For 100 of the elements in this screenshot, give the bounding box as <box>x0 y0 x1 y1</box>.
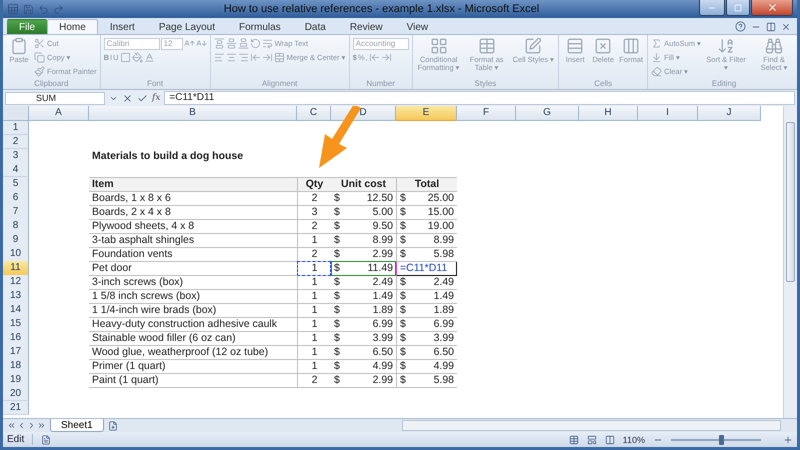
table-cell: 1 <box>297 359 331 374</box>
currency-sign: $ <box>400 374 406 387</box>
amount: 8.99 <box>372 234 393 247</box>
table-cell: Foundation vents <box>89 247 297 262</box>
row-header[interactable]: 11 <box>3 261 29 276</box>
table-cell: 1 <box>297 345 331 360</box>
column-header[interactable]: J <box>698 106 761 121</box>
row-header[interactable]: 7 <box>3 205 29 220</box>
ribbon-tab[interactable]: Review <box>338 19 395 34</box>
sheet-tab[interactable]: Sheet1 <box>50 419 104 432</box>
row-header[interactable]: 15 <box>3 317 29 332</box>
column-header[interactable]: G <box>516 106 579 121</box>
row-header[interactable]: 21 <box>3 401 29 415</box>
page-break-icon <box>604 434 615 444</box>
align-center-icon <box>226 52 237 63</box>
fill-color-icon <box>132 52 143 63</box>
amount: 6.50 <box>434 346 454 359</box>
insert-function-button[interactable]: fx <box>152 93 160 103</box>
group-label: Cells <box>593 79 614 89</box>
table-cell: 1 1/4-inch wire brads (box) <box>89 303 297 318</box>
ribbon-tab[interactable]: Data <box>292 19 338 34</box>
row-header[interactable]: 9 <box>3 233 29 248</box>
window-title: How to use relative references - example 1.xlsx - Microsoft Excel <box>222 3 540 15</box>
minimize-button[interactable] <box>699 0 725 16</box>
row-header[interactable]: 16 <box>3 331 29 346</box>
column-header[interactable]: I <box>638 106 698 121</box>
insert-rows-icon <box>566 37 584 55</box>
row-header[interactable]: 2 <box>3 135 29 149</box>
table-cell: Paint (1 quart) <box>89 373 297 388</box>
row-header[interactable]: 5 <box>3 177 29 192</box>
row-header[interactable]: 19 <box>3 373 29 388</box>
column-header[interactable]: C <box>297 106 331 121</box>
table-cell: Wood glue, weatherproof (12 oz tube) <box>89 345 297 360</box>
ribbon-tab[interactable]: Insert <box>98 19 147 34</box>
amount: 5.98 <box>434 374 454 387</box>
group-label: Number <box>365 79 396 89</box>
name-box[interactable]: SUM <box>5 92 105 104</box>
normal-view-icon <box>568 434 579 444</box>
cell-editor[interactable]: =C11*D11 <box>396 261 457 276</box>
sheet-title: Materials to build a dog house <box>91 149 244 164</box>
close-icon <box>766 2 778 13</box>
column-header[interactable]: H <box>579 106 638 121</box>
row-header[interactable]: 12 <box>3 275 29 290</box>
amount: 5.00 <box>372 206 393 219</box>
group-label: Clipboard <box>33 79 70 89</box>
border-icon <box>120 52 131 63</box>
row-header[interactable]: 3 <box>3 149 29 164</box>
currency-sign: $ <box>334 276 340 289</box>
currency-sign: $ <box>400 220 406 233</box>
row-header[interactable]: 13 <box>3 289 29 304</box>
currency-sign: $ <box>334 290 340 303</box>
table-cell: 3-tab asphalt shingles <box>89 233 297 248</box>
table-cell: Heavy-duty construction adhesive caulk <box>89 317 297 332</box>
currency-sign: $ <box>334 304 340 317</box>
ribbon-tab[interactable]: Home <box>47 19 98 34</box>
currency-sign: $ <box>400 206 406 219</box>
row-header[interactable]: 6 <box>3 191 29 206</box>
currency-sign: $ <box>334 262 340 275</box>
help-icon <box>735 21 746 32</box>
row-header[interactable]: 10 <box>3 247 29 262</box>
row-header[interactable]: 17 <box>3 345 29 360</box>
currency-sign: $ <box>334 234 340 247</box>
table-cell: 2 <box>297 191 331 206</box>
currency-sign: $ <box>400 234 406 247</box>
horizontal-scrollbar[interactable] <box>402 420 781 431</box>
decrease-indent-icon <box>250 52 261 63</box>
bottom-align-icon <box>238 38 249 49</box>
amount: 3.99 <box>372 332 393 345</box>
row-header[interactable]: 1 <box>3 121 29 135</box>
currency-sign: $ <box>334 318 340 331</box>
column-header[interactable]: A <box>29 106 89 121</box>
middle-align-icon <box>226 38 237 49</box>
column-header[interactable]: E <box>396 106 457 121</box>
ribbon-tab[interactable]: Formulas <box>227 19 293 34</box>
zoom-thumb[interactable] <box>718 434 724 444</box>
file-tab[interactable]: File <box>7 19 48 34</box>
currency-sign: $ <box>334 360 340 373</box>
amount: 15.00 <box>428 206 454 219</box>
table-cell: Primer (1 quart) <box>89 359 297 374</box>
formula-field[interactable]: =C11*D11 <box>164 91 795 105</box>
align-left-icon <box>214 52 225 63</box>
maximize-button[interactable] <box>726 0 750 16</box>
column-header[interactable]: B <box>89 106 297 121</box>
zoom-level[interactable]: 110% <box>622 434 645 444</box>
ribbon-tab[interactable]: Page Layout <box>146 19 227 34</box>
row-header[interactable]: 20 <box>3 387 29 401</box>
close-button[interactable] <box>751 0 793 16</box>
row-header[interactable]: 8 <box>3 219 29 234</box>
next-sheet-icon <box>27 421 36 430</box>
table-cell: 1 <box>297 317 331 332</box>
vertical-scrollbar[interactable] <box>783 106 797 418</box>
table-cell: Plywood sheets, 4 x 8 <box>89 219 297 234</box>
row-header[interactable]: 4 <box>3 163 29 177</box>
ribbon-tab[interactable]: View <box>394 19 440 34</box>
cancel-icon <box>122 92 133 104</box>
undo-icon <box>38 4 49 14</box>
column-header[interactable]: F <box>457 106 516 121</box>
row-header[interactable]: 14 <box>3 303 29 318</box>
align-right-icon <box>238 52 249 63</box>
row-header[interactable]: 18 <box>3 359 29 374</box>
